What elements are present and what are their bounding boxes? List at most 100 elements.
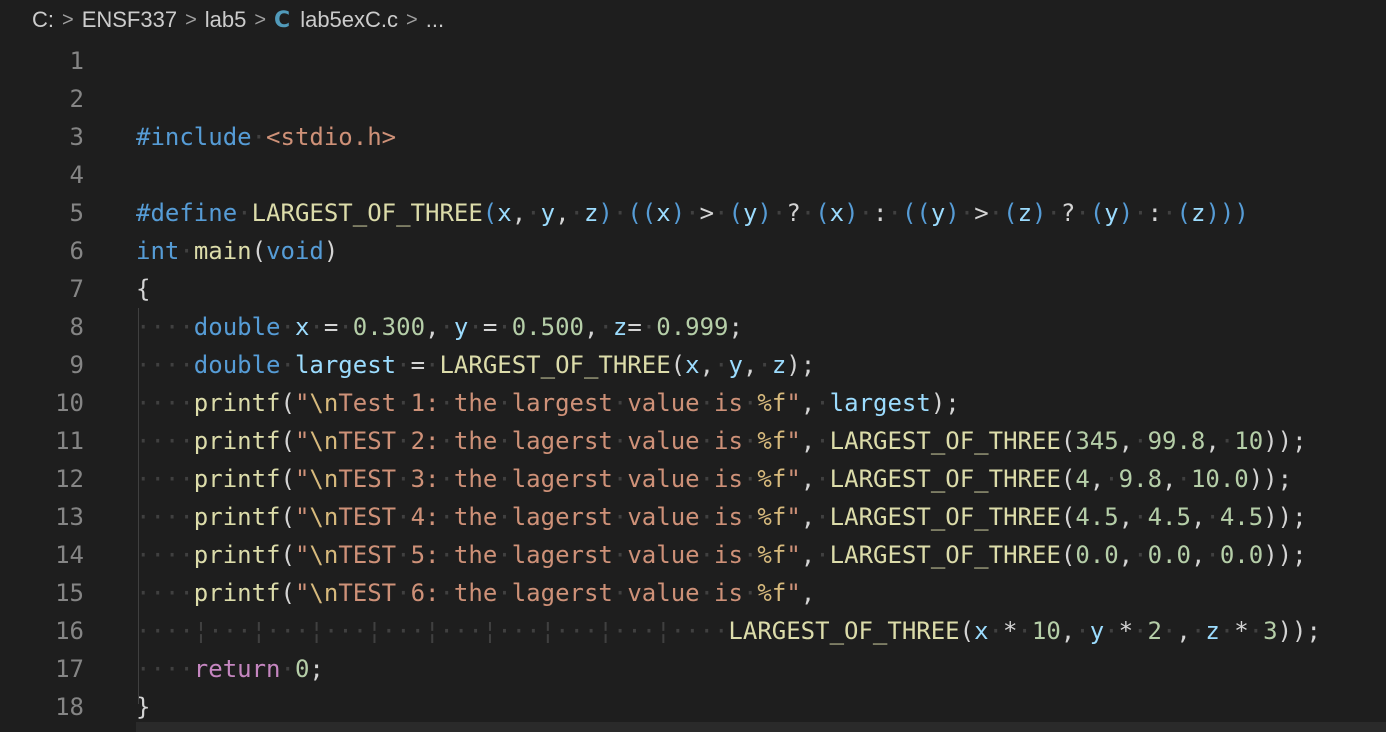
code-text: ····printf("\nTEST·2:·the·lagerst·value·…	[136, 422, 1307, 460]
code-token: >	[699, 199, 715, 227]
code-token: 0.0	[1219, 541, 1264, 569]
code-token: 3	[1263, 617, 1278, 645]
code-token: x	[294, 313, 310, 341]
code-token: ,	[1060, 617, 1076, 645]
line-number: 7	[69, 275, 84, 303]
code-token: ·	[815, 465, 830, 493]
code-token: ·	[742, 427, 758, 455]
code-token: ·	[742, 465, 758, 493]
code-text: ····printf("\nTEST·5:·the·lagerst·value·…	[136, 536, 1307, 574]
code-line[interactable]: 16 ····¦···¦···¦···¦···¦···¦···¦···¦···¦·…	[0, 612, 1386, 650]
code-token: largest	[829, 389, 931, 417]
code-token: ));	[1263, 427, 1307, 455]
code-token: ·	[699, 579, 715, 607]
code-token: LARGEST_OF_THREE	[728, 617, 960, 645]
code-token: ));	[1263, 503, 1307, 531]
code-token: ·	[179, 237, 194, 265]
code-token: "	[786, 541, 801, 569]
code-line[interactable]: 17 ····return·0;	[0, 650, 1386, 688]
code-token: ,	[800, 427, 816, 455]
code-line[interactable]: 5 #define·LARGEST_OF_THREE(x,·y,·z)·((x)·…	[0, 194, 1386, 232]
code-line[interactable]: 12 ····printf("\nTEST·3:·the·lagerst·valu…	[0, 460, 1386, 498]
code-text: #include·<stdio.h>	[136, 118, 396, 156]
code-token: ·	[396, 541, 411, 569]
code-token: ····	[136, 579, 194, 607]
code-token: int	[136, 237, 180, 265]
code-token: ·	[714, 351, 729, 379]
code-token: "	[786, 465, 801, 493]
code-token: return	[193, 655, 281, 683]
code-token: >	[974, 199, 989, 227]
code-token: x	[497, 199, 512, 227]
code-token: y	[1104, 199, 1119, 227]
code-token: ·	[396, 427, 411, 455]
code-token: LARGEST_OF_THREE	[439, 351, 671, 379]
code-line[interactable]: 7{	[0, 270, 1386, 308]
code-token: (	[1060, 541, 1076, 569]
code-line[interactable]: 2	[0, 80, 1386, 118]
code-token: 0.500	[511, 313, 584, 341]
code-token: ····	[136, 465, 194, 493]
chevron-right-icon: >	[406, 8, 418, 31]
code-token: )	[598, 199, 613, 227]
code-token: #include	[136, 123, 252, 151]
breadcrumb-drive[interactable]: C:	[32, 7, 54, 33]
code-line[interactable]: 18}	[0, 688, 1386, 726]
code-line[interactable]: 3 #include·<stdio.h>	[0, 118, 1386, 156]
breadcrumb-folder-ensf337[interactable]: ENSF337	[82, 7, 177, 33]
editor-horizontal-scrollbar[interactable]	[136, 722, 1386, 732]
code-token: ·	[497, 503, 512, 531]
code-token: printf	[193, 389, 281, 417]
code-token: ·	[959, 199, 975, 227]
code-token: %f	[757, 503, 787, 531]
code-text: int·main(void)	[136, 232, 338, 270]
code-token: (	[1003, 199, 1018, 227]
code-line[interactable]: 15 ····printf("\nTEST·6:·the·lagerst·valu…	[0, 574, 1386, 612]
code-token: 9.8	[1118, 465, 1163, 493]
code-token: ·	[612, 199, 628, 227]
code-token: ·	[815, 503, 830, 531]
code-line[interactable]: 14 ····printf("\nTEST·5:·the·lagerst·valu…	[0, 536, 1386, 574]
code-token: 5:	[410, 541, 440, 569]
code-token: ·	[641, 313, 657, 341]
code-token: ·	[439, 389, 454, 417]
code-token: ·	[497, 389, 512, 417]
code-token: ;	[728, 313, 743, 341]
c-file-icon: C	[274, 7, 291, 33]
code-token: 1:	[410, 389, 440, 417]
code-token: (	[280, 579, 295, 607]
code-token: ·	[858, 199, 874, 227]
chevron-right-icon: >	[62, 8, 74, 31]
code-token: =	[410, 351, 426, 379]
code-token: ·	[742, 579, 758, 607]
code-token: ·	[742, 541, 758, 569]
line-number: 2	[69, 85, 84, 113]
code-token: 345	[1075, 427, 1119, 455]
code-token: ·	[1161, 617, 1177, 645]
code-token: ·	[1104, 465, 1119, 493]
code-line[interactable]: 13 ····printf("\nTEST·4:·the·lagerst·valu…	[0, 498, 1386, 536]
breadcrumb-folder-lab5[interactable]: lab5	[205, 7, 247, 33]
breadcrumb-file[interactable]: lab5exC.c	[300, 7, 398, 33]
code-token: ·	[1219, 617, 1235, 645]
code-token: ·	[1162, 199, 1177, 227]
code-line[interactable]: 6 int·main(void)	[0, 232, 1386, 270]
code-token: ,	[800, 541, 816, 569]
code-token: )	[945, 199, 960, 227]
code-token: *	[1118, 617, 1134, 645]
code-line[interactable]: 10 ····printf("\nTest·1:·the·largest·valu…	[0, 384, 1386, 422]
code-line[interactable]: 11 ····printf("\nTEST·2:·the·lagerst·valu…	[0, 422, 1386, 460]
code-token: ·	[468, 313, 483, 341]
code-token: 3:	[410, 465, 440, 493]
code-line[interactable]: 8 ····double·x·=·0.300,·y·=·0.500,·z=·0.9…	[0, 308, 1386, 346]
breadcrumb-symbols[interactable]: ...	[426, 7, 444, 33]
code-line[interactable]: 4	[0, 156, 1386, 194]
code-token: :	[1147, 199, 1163, 227]
code-token: =	[482, 313, 498, 341]
code-editor[interactable]: 1 2 3 #include·<stdio.h> 4 5 #define·LARGEST_O…	[0, 42, 1386, 726]
code-token: TEST	[338, 541, 397, 569]
code-line[interactable]: 1	[0, 42, 1386, 80]
code-line[interactable]: 9 ····double·largest·=·LARGEST_OF_THREE(x…	[0, 346, 1386, 384]
code-token: )	[670, 199, 686, 227]
code-token: 4	[1075, 465, 1090, 493]
